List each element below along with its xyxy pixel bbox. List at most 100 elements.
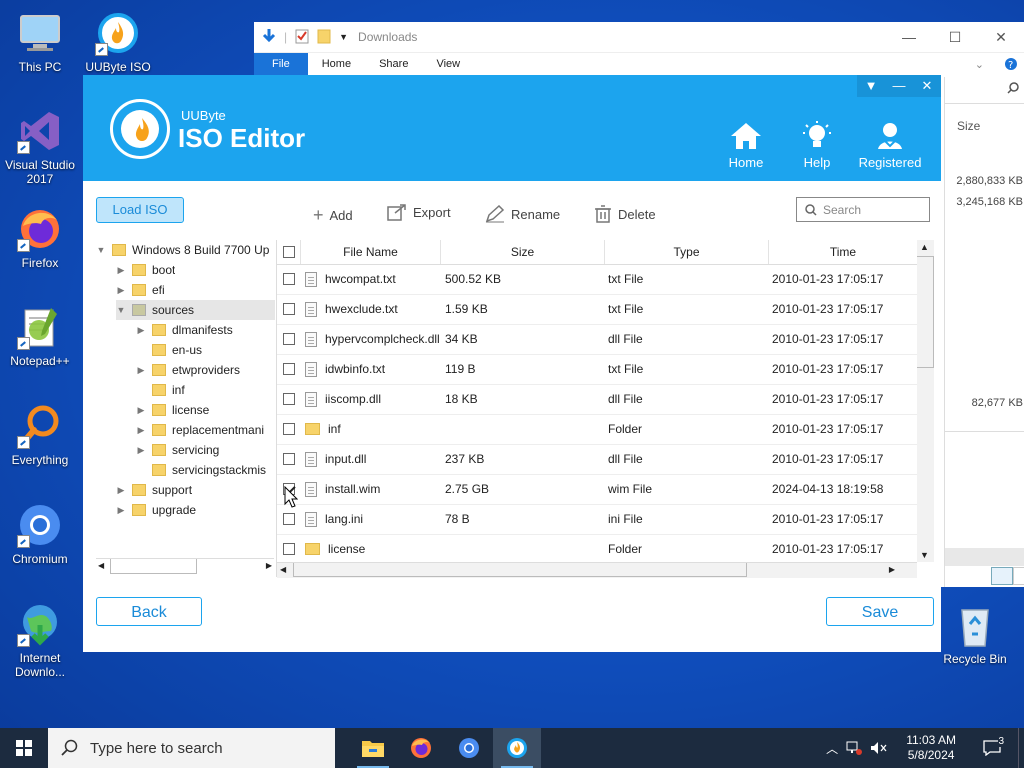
back-button[interactable]: Back — [96, 597, 202, 626]
add-button[interactable]: + Add — [313, 205, 353, 226]
ribbon-tab-home[interactable]: Home — [308, 53, 365, 75]
taskbar-uubyte-iso[interactable] — [493, 728, 541, 768]
show-desktop-button[interactable] — [1018, 728, 1024, 768]
chevron-right-icon[interactable]: ▶ — [116, 485, 126, 496]
large-icons-view-icon[interactable] — [1013, 567, 1024, 585]
table-row[interactable]: hwcompat.txt 500.52 KB txt File 2010-01-23 … — [277, 264, 917, 295]
desktop-icon-firefox[interactable]: Firefox — [0, 206, 80, 270]
row-checkbox[interactable] — [283, 273, 295, 285]
ribbon-expand-icon[interactable]: ⌄ — [961, 53, 998, 75]
explorer-search[interactable] — [945, 77, 1024, 104]
chevron-right-icon[interactable]: ▶ — [116, 265, 126, 276]
load-iso-button[interactable]: Load ISO — [96, 197, 184, 223]
taskbar-firefox[interactable] — [397, 728, 445, 768]
menu-dropdown-icon[interactable]: ▼ — [857, 75, 885, 97]
export-button[interactable]: Export — [387, 203, 451, 221]
chevron-down-icon[interactable]: ▼ — [339, 32, 348, 42]
tree-item-dlmanifests[interactable]: ▶ dlmanifests — [136, 320, 275, 340]
desktop-icon-uubyte-iso[interactable]: UUByte ISO — [78, 10, 158, 74]
table-row[interactable]: idwbinfo.txt 119 B txt File 2010-01-23 17:0… — [277, 354, 917, 385]
row-checkbox[interactable] — [283, 543, 295, 555]
desktop-icon-recycle-bin[interactable]: Recycle Bin — [935, 602, 1015, 666]
row-checkbox[interactable] — [283, 363, 295, 375]
tree-item-replacementmanifests[interactable]: ▶ replacementmani — [136, 420, 275, 440]
desktop-icon-chromium[interactable]: Chromium — [0, 502, 80, 566]
table-hscrollbar[interactable]: ◀ ▶ — [277, 562, 917, 578]
network-icon[interactable] — [846, 741, 863, 755]
save-button[interactable]: Save — [826, 597, 934, 626]
details-view-icon[interactable] — [991, 567, 1013, 585]
tree-item-support[interactable]: ▶ support — [116, 480, 193, 500]
chevron-right-icon[interactable]: ▶ — [116, 285, 126, 296]
chevron-up-icon[interactable]: ︿ — [826, 740, 838, 757]
table-row[interactable]: iiscomp.dll 18 KB dll File 2010-01-23 17:05… — [277, 384, 917, 415]
close-button[interactable]: ✕ — [978, 29, 1024, 46]
table-row[interactable]: license Folder 2010-01-23 17:05:17 — [277, 534, 917, 565]
column-header-size[interactable]: Size — [957, 119, 980, 133]
tree-item-inf[interactable]: inf — [152, 380, 275, 400]
table-row[interactable]: install.wim 2.75 GB wim File 2024-04-13 18:… — [277, 474, 917, 505]
chevron-right-icon[interactable]: ▶ — [136, 405, 146, 416]
row-checkbox[interactable] — [283, 393, 295, 405]
desktop-icon-everything[interactable]: Everything — [0, 403, 80, 467]
speaker-muted-icon[interactable] — [870, 741, 888, 755]
taskbar-clock[interactable]: 11:03 AM 5/8/2024 — [896, 733, 966, 763]
column-header-type[interactable]: Type — [605, 240, 769, 264]
rename-button[interactable]: Rename — [485, 205, 560, 223]
help-question-icon[interactable]: ? — [998, 53, 1024, 75]
table-row[interactable]: input.dll 237 KB dll File 2010-01-23 17:05:… — [277, 444, 917, 475]
select-all-checkbox[interactable] — [282, 246, 295, 258]
tree-item-license[interactable]: ▶ license — [136, 400, 275, 420]
tree-item-upgrade[interactable]: ▶ upgrade — [116, 500, 197, 520]
nav-help-button[interactable]: Help — [801, 121, 833, 170]
desktop-icon-visual-studio[interactable]: Visual Studio 2017 — [0, 108, 80, 186]
scroll-left-icon[interactable]: ◀ — [98, 561, 104, 570]
tree-item-en-us[interactable]: en-us — [152, 340, 275, 360]
tree-item-etwproviders[interactable]: ▶ etwproviders — [136, 360, 275, 380]
ribbon-tab-file[interactable]: File — [254, 53, 308, 75]
chevron-right-icon[interactable]: ▶ — [136, 425, 146, 436]
close-button[interactable]: ✕ — [913, 75, 941, 97]
scroll-right-icon[interactable]: ▶ — [889, 565, 895, 574]
row-checkbox[interactable] — [283, 453, 295, 465]
row-checkbox[interactable] — [283, 303, 295, 315]
maximize-button[interactable]: ☐ — [932, 29, 978, 46]
notification-center-button[interactable]: 3 — [974, 736, 1010, 756]
taskbar-chromium[interactable] — [445, 728, 493, 768]
nav-registered-button[interactable]: Registered — [857, 121, 923, 170]
start-button[interactable] — [0, 728, 48, 768]
table-vscrollbar[interactable]: ▲ ▼ — [917, 240, 934, 562]
chevron-down-icon[interactable]: ▼ — [116, 305, 126, 315]
table-row[interactable]: inf Folder 2010-01-23 17:05:17 — [277, 414, 917, 445]
scroll-left-icon[interactable]: ◀ — [280, 565, 286, 574]
column-header-time[interactable]: Time — [769, 240, 917, 264]
search-input[interactable]: Search — [796, 197, 930, 222]
tree-item-boot[interactable]: ▶ boot — [116, 260, 176, 280]
taskbar-file-explorer[interactable] — [349, 728, 397, 768]
ribbon-tab-view[interactable]: View — [422, 53, 474, 75]
down-arrow-icon[interactable] — [262, 28, 276, 47]
minimize-button[interactable]: — — [886, 29, 932, 46]
scroll-up-icon[interactable]: ▲ — [920, 242, 929, 252]
chevron-down-icon[interactable]: ▼ — [96, 245, 106, 255]
column-header-size[interactable]: Size — [441, 240, 605, 264]
chevron-right-icon[interactable]: ▶ — [136, 445, 146, 456]
nav-home-button[interactable]: Home — [728, 121, 764, 170]
tree-hscrollbar[interactable]: ◀ ▶ — [96, 558, 274, 575]
column-header-name[interactable]: File Name — [301, 240, 441, 264]
desktop-icon-internet-download[interactable]: Internet Downlo... — [0, 601, 80, 679]
new-folder-icon[interactable] — [317, 28, 331, 47]
table-row[interactable]: hwexclude.txt 1.59 KB txt File 2010-01-23 1… — [277, 294, 917, 325]
row-checkbox[interactable] — [283, 423, 295, 435]
tree-item-servicingstackmisc[interactable]: servicingstackmis — [152, 460, 275, 480]
desktop-icon-notepadpp[interactable]: Notepad++ — [0, 304, 80, 368]
tree-item-servicing[interactable]: ▶ servicing — [136, 440, 275, 460]
scroll-down-icon[interactable]: ▼ — [920, 550, 929, 560]
delete-button[interactable]: Delete — [594, 205, 656, 223]
ribbon-tab-share[interactable]: Share — [365, 53, 422, 75]
chevron-right-icon[interactable]: ▶ — [116, 505, 126, 516]
scroll-right-icon[interactable]: ▶ — [266, 561, 272, 570]
chevron-right-icon[interactable]: ▶ — [136, 325, 146, 336]
properties-check-icon[interactable] — [295, 28, 309, 47]
tree-item-root[interactable]: ▼ Windows 8 Build 7700 Up — [96, 240, 275, 260]
